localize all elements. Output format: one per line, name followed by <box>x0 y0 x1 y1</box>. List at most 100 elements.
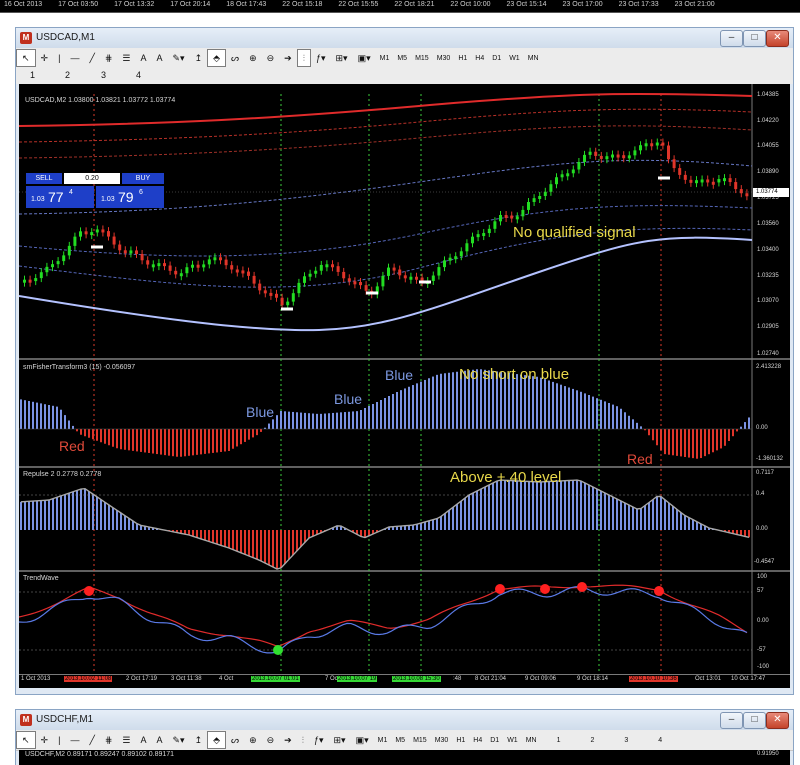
title-bar[interactable]: M USDCHF,M1 – □ ✕ <box>16 710 793 730</box>
timeframe-mn[interactable]: MN <box>524 55 543 62</box>
fisher-annotation: Blue <box>334 391 363 407</box>
zoom-out-icon[interactable]: ⊖ <box>262 732 280 748</box>
ask-price[interactable]: 1.03 79 6 <box>96 186 164 208</box>
sell-button[interactable]: SELL <box>26 173 62 184</box>
cursor-arrow-icon[interactable]: ↖ <box>16 731 36 749</box>
shapes-icon[interactable]: ✎▾ <box>168 732 190 748</box>
chart-shift-icon[interactable]: ⫶ <box>297 732 309 748</box>
text-tool[interactable]: A <box>135 50 151 66</box>
chart-area[interactable]: USDCAD,M2 1.03800 1.03821 1.03772 1.0377… <box>19 84 790 688</box>
chart-number[interactable]: 3 <box>620 737 632 744</box>
window-title: USDCAD,M1 <box>36 32 95 43</box>
time-label: 17 Oct 20:14 <box>170 1 211 8</box>
arrow-marker-icon[interactable]: ↥ <box>190 732 208 748</box>
trendline-icon[interactable]: ╱ <box>84 732 99 748</box>
zoom-in-icon[interactable]: ⊕ <box>244 732 262 748</box>
timeframe-m1[interactable]: M1 <box>376 55 394 62</box>
crosshair-icon[interactable]: ✛ <box>36 50 54 66</box>
candle-body <box>594 151 598 156</box>
zigzag-icon[interactable]: ᔕ <box>226 50 244 66</box>
channel-icon[interactable]: ☰ <box>117 50 135 66</box>
time-label: 3 Oct 11:38 <box>171 676 202 682</box>
candle-body <box>224 259 228 266</box>
close-button[interactable]: ✕ <box>766 30 789 47</box>
indicators-icon[interactable]: ƒ▾ <box>309 732 329 748</box>
timeframe-d1[interactable]: D1 <box>488 55 505 62</box>
maximize-button[interactable]: □ <box>743 712 766 729</box>
text-tool[interactable]: A <box>135 732 151 748</box>
timeframe-m1[interactable]: M1 <box>374 737 392 744</box>
timeframe-h4[interactable]: H4 <box>469 737 486 744</box>
timeframe-m30[interactable]: M30 <box>433 55 455 62</box>
candle-body <box>571 169 575 174</box>
timeframe-h1[interactable]: H1 <box>452 737 469 744</box>
timeframe-w1[interactable]: W1 <box>503 737 522 744</box>
indicators-icon[interactable]: ƒ▾ <box>311 50 331 66</box>
candle-body <box>443 260 446 268</box>
chart-number[interactable]: 2 <box>586 737 598 744</box>
price-label-icon[interactable]: ⬘ <box>207 49 227 67</box>
minimize-button[interactable]: – <box>720 712 743 729</box>
title-bar[interactable]: M USDCAD,M1 – □ ✕ <box>16 28 793 48</box>
chart-shift-icon[interactable]: ⫶ <box>296 49 311 67</box>
horizontal-line-icon[interactable]: — <box>65 50 84 66</box>
timeframe-m15[interactable]: M15 <box>409 737 431 744</box>
channel-icon[interactable]: ☰ <box>117 732 135 748</box>
time-label: 17 Oct 13:32 <box>114 1 155 8</box>
chart-area[interactable]: USDCHF,M2 0.89171 0.89247 0.89102 0.8917… <box>19 750 790 765</box>
candle-body <box>678 168 682 175</box>
templates-icon[interactable]: ▣▾ <box>351 732 374 748</box>
maximize-button[interactable]: □ <box>743 30 766 47</box>
autoscroll-icon[interactable]: ➔ <box>279 732 297 748</box>
crosshair-icon[interactable]: ✛ <box>36 732 54 748</box>
timeframe-mn[interactable]: MN <box>522 737 541 744</box>
candle-body <box>532 198 536 203</box>
timeframe-w1[interactable]: W1 <box>505 55 524 62</box>
buy-button[interactable]: BUY <box>122 173 164 184</box>
trendwave-axis-label: 0.00 <box>757 618 769 624</box>
price-label-icon[interactable]: ⬘ <box>207 731 227 749</box>
close-button[interactable]: ✕ <box>766 712 789 729</box>
autoscroll-icon[interactable]: ➔ <box>279 50 297 66</box>
zoom-in-icon[interactable]: ⊕ <box>244 50 262 66</box>
candle-body <box>499 215 502 222</box>
timeframe-d1[interactable]: D1 <box>486 737 503 744</box>
timeframe-h4[interactable]: H4 <box>471 55 488 62</box>
chart-number[interactable]: 4 <box>136 70 141 80</box>
timeframe-m5[interactable]: M5 <box>393 55 411 62</box>
minimize-button[interactable]: – <box>720 30 743 47</box>
timeframe-m15[interactable]: M15 <box>411 55 433 62</box>
horizontal-line-icon[interactable]: — <box>65 732 84 748</box>
lot-size-input[interactable]: 0.20 <box>64 173 120 184</box>
chart-window-usdchf[interactable]: M USDCHF,M1 – □ ✕ ↖ ✛ | — ╱ ⋕ ☰ A A ✎▾ ↥… <box>15 709 794 765</box>
fibonacci-icon[interactable]: ⋕ <box>100 50 118 66</box>
bid-price[interactable]: 1.03 77 4 <box>26 186 94 208</box>
vertical-line-icon[interactable]: | <box>53 50 65 66</box>
zigzag-icon[interactable]: ᔕ <box>226 732 244 748</box>
periods-dropdown-icon[interactable]: ⊞▾ <box>329 732 351 748</box>
candle-body <box>487 228 491 234</box>
candle-body <box>314 270 318 274</box>
trendline-icon[interactable]: ╱ <box>84 50 99 66</box>
chart-number[interactable]: 2 <box>65 70 70 80</box>
templates-icon[interactable]: ▣▾ <box>353 50 376 66</box>
shapes-icon[interactable]: ✎▾ <box>168 50 190 66</box>
arrow-marker-icon[interactable]: ↥ <box>190 50 208 66</box>
text-label-tool[interactable]: A <box>152 732 168 748</box>
text-label-tool[interactable]: A <box>152 50 168 66</box>
timeframe-m30[interactable]: M30 <box>431 737 453 744</box>
timeframe-h1[interactable]: H1 <box>454 55 471 62</box>
chart-number[interactable]: 3 <box>101 70 106 80</box>
periods-dropdown-icon[interactable]: ⊞▾ <box>331 50 353 66</box>
chart-number[interactable]: 1 <box>553 737 565 744</box>
cursor-arrow-icon[interactable]: ↖ <box>16 49 36 67</box>
chart-window-usdcad[interactable]: M USDCAD,M1 – □ ✕ ↖ ✛ | — ╱ ⋕ ☰ A A ✎▾ ↥… <box>15 27 794 695</box>
chart-number[interactable]: 1 <box>30 70 35 80</box>
fibonacci-icon[interactable]: ⋕ <box>100 732 118 748</box>
zoom-out-icon[interactable]: ⊖ <box>262 50 280 66</box>
repulse-line <box>20 479 750 570</box>
vertical-line-icon[interactable]: | <box>53 732 65 748</box>
timeframe-m5[interactable]: M5 <box>391 737 409 744</box>
candle-body <box>695 180 698 184</box>
chart-number[interactable]: 4 <box>654 737 666 744</box>
